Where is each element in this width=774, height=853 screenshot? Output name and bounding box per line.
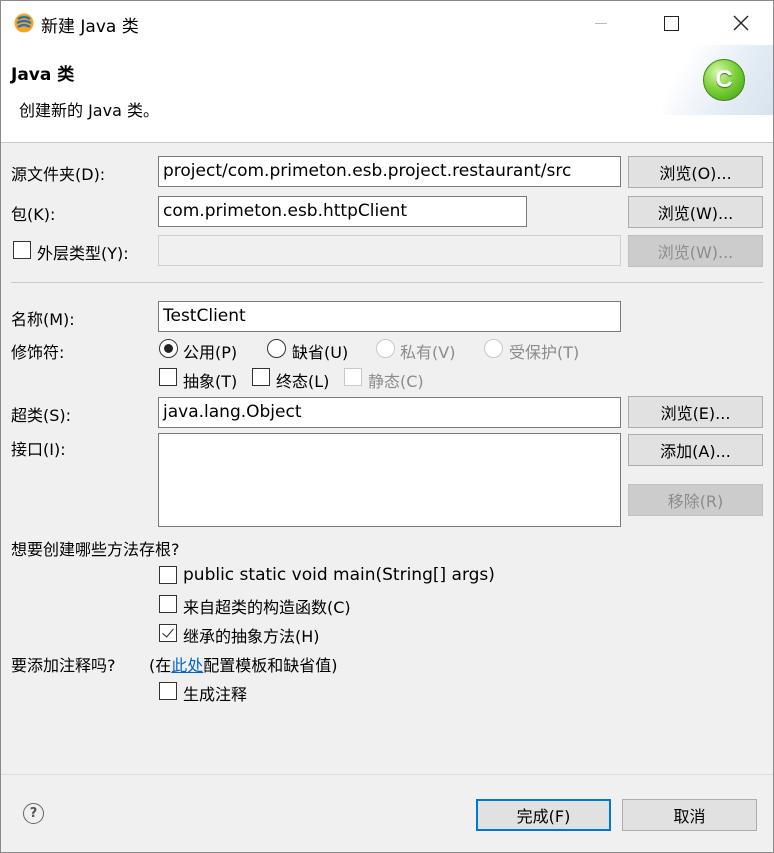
cancel-button[interactable]: 取消 (622, 799, 757, 831)
stub-inherited-abstract-label: 继承的抽象方法(H) (183, 627, 320, 646)
comments-hint: (在此处配置模板和缺省值) (149, 652, 338, 676)
stub-constructors-label: 来自超类的构造函数(C) (183, 598, 351, 617)
comments-hint-suffix: 配置模板和缺省值) (203, 656, 338, 675)
close-icon (733, 15, 749, 31)
modifier-private-radio[interactable] (376, 339, 395, 358)
modifier-protected-label: 受保护(T) (509, 343, 580, 362)
modifier-protected-radio[interactable] (484, 339, 503, 358)
superclass-input[interactable]: java.lang.Object (158, 397, 621, 428)
maximize-button[interactable] (641, 1, 701, 45)
modifier-static-checkbox[interactable] (344, 368, 362, 386)
new-java-class-dialog: 新建 Java 类 Java 类 创建新的 Java 类。 C 源文件夹(D):… (0, 0, 774, 853)
modifier-final-checkbox[interactable] (252, 368, 270, 386)
modifier-default-label: 缺省(U) (292, 343, 349, 362)
eclipse-app-icon (14, 13, 34, 33)
modifiers-label: 修饰符: (11, 343, 65, 362)
enclosing-type-label: 外层类型(Y): (37, 244, 129, 263)
modifier-abstract-label: 抽象(T) (183, 372, 238, 391)
superclass-label: 超类(S): (11, 406, 72, 425)
generate-comments-label: 生成注释 (183, 685, 248, 704)
comments-question: 要添加注释吗? (11, 656, 116, 675)
package-browse-button[interactable]: 浏览(W)... (628, 196, 763, 228)
source-folder-browse-button[interactable]: 浏览(O)... (628, 156, 763, 188)
wizard-header: Java 类 创建新的 Java 类。 (1, 45, 773, 143)
close-button[interactable] (711, 1, 771, 45)
modifier-final-label: 终态(L) (276, 372, 330, 391)
method-stubs-question: 想要创建哪些方法存根? (11, 540, 180, 559)
java-class-icon: C (703, 59, 745, 101)
generate-comments-checkbox[interactable] (159, 682, 177, 700)
minimize-button[interactable] (571, 1, 631, 45)
page-description: 创建新的 Java 类。 (19, 101, 159, 120)
configure-templates-link[interactable]: 此处 (171, 656, 203, 675)
finish-button[interactable]: 完成(F) (476, 799, 611, 831)
minimize-icon (595, 22, 607, 24)
superclass-browse-button[interactable]: 浏览(E)... (628, 396, 763, 428)
interfaces-remove-button[interactable]: 移除(R) (628, 484, 763, 516)
source-folder-input[interactable]: project/com.primeton.esb.project.restaur… (158, 156, 621, 187)
modifier-public-radio[interactable] (159, 339, 178, 358)
stub-main-checkbox[interactable] (159, 566, 177, 584)
interfaces-add-button[interactable]: 添加(A)... (628, 434, 763, 466)
modifier-abstract-checkbox[interactable] (159, 368, 177, 386)
modifier-default-radio[interactable] (267, 339, 286, 358)
class-name-input[interactable]: TestClient (158, 301, 621, 332)
modifier-static-label: 静态(C) (368, 372, 424, 391)
help-icon[interactable]: ? (23, 803, 44, 824)
comments-hint-prefix: (在 (149, 656, 172, 675)
name-label: 名称(M): (11, 310, 75, 329)
separator (11, 282, 763, 283)
maximize-icon (663, 15, 679, 31)
enclosing-type-input[interactable] (158, 235, 621, 266)
enclosing-type-checkbox[interactable] (13, 241, 31, 259)
interfaces-label: 接口(I): (11, 440, 66, 459)
stub-constructors-checkbox[interactable] (159, 595, 177, 613)
page-title: Java 类 (11, 65, 75, 85)
interfaces-list[interactable] (158, 433, 621, 527)
package-input[interactable]: com.primeton.esb.httpClient (158, 196, 527, 227)
title-bar: 新建 Java 类 (1, 1, 773, 45)
stub-inherited-abstract-checkbox[interactable] (159, 624, 177, 642)
package-label: 包(K): (11, 205, 56, 224)
enclosing-type-browse-button[interactable]: 浏览(W)... (628, 235, 763, 267)
source-folder-label: 源文件夹(D): (11, 165, 106, 184)
modifier-public-label: 公用(P) (183, 343, 238, 362)
stub-main-label: public static void main(String[] args) (183, 565, 495, 585)
window-title: 新建 Java 类 (41, 17, 139, 37)
modifier-private-label: 私有(V) (400, 343, 456, 362)
